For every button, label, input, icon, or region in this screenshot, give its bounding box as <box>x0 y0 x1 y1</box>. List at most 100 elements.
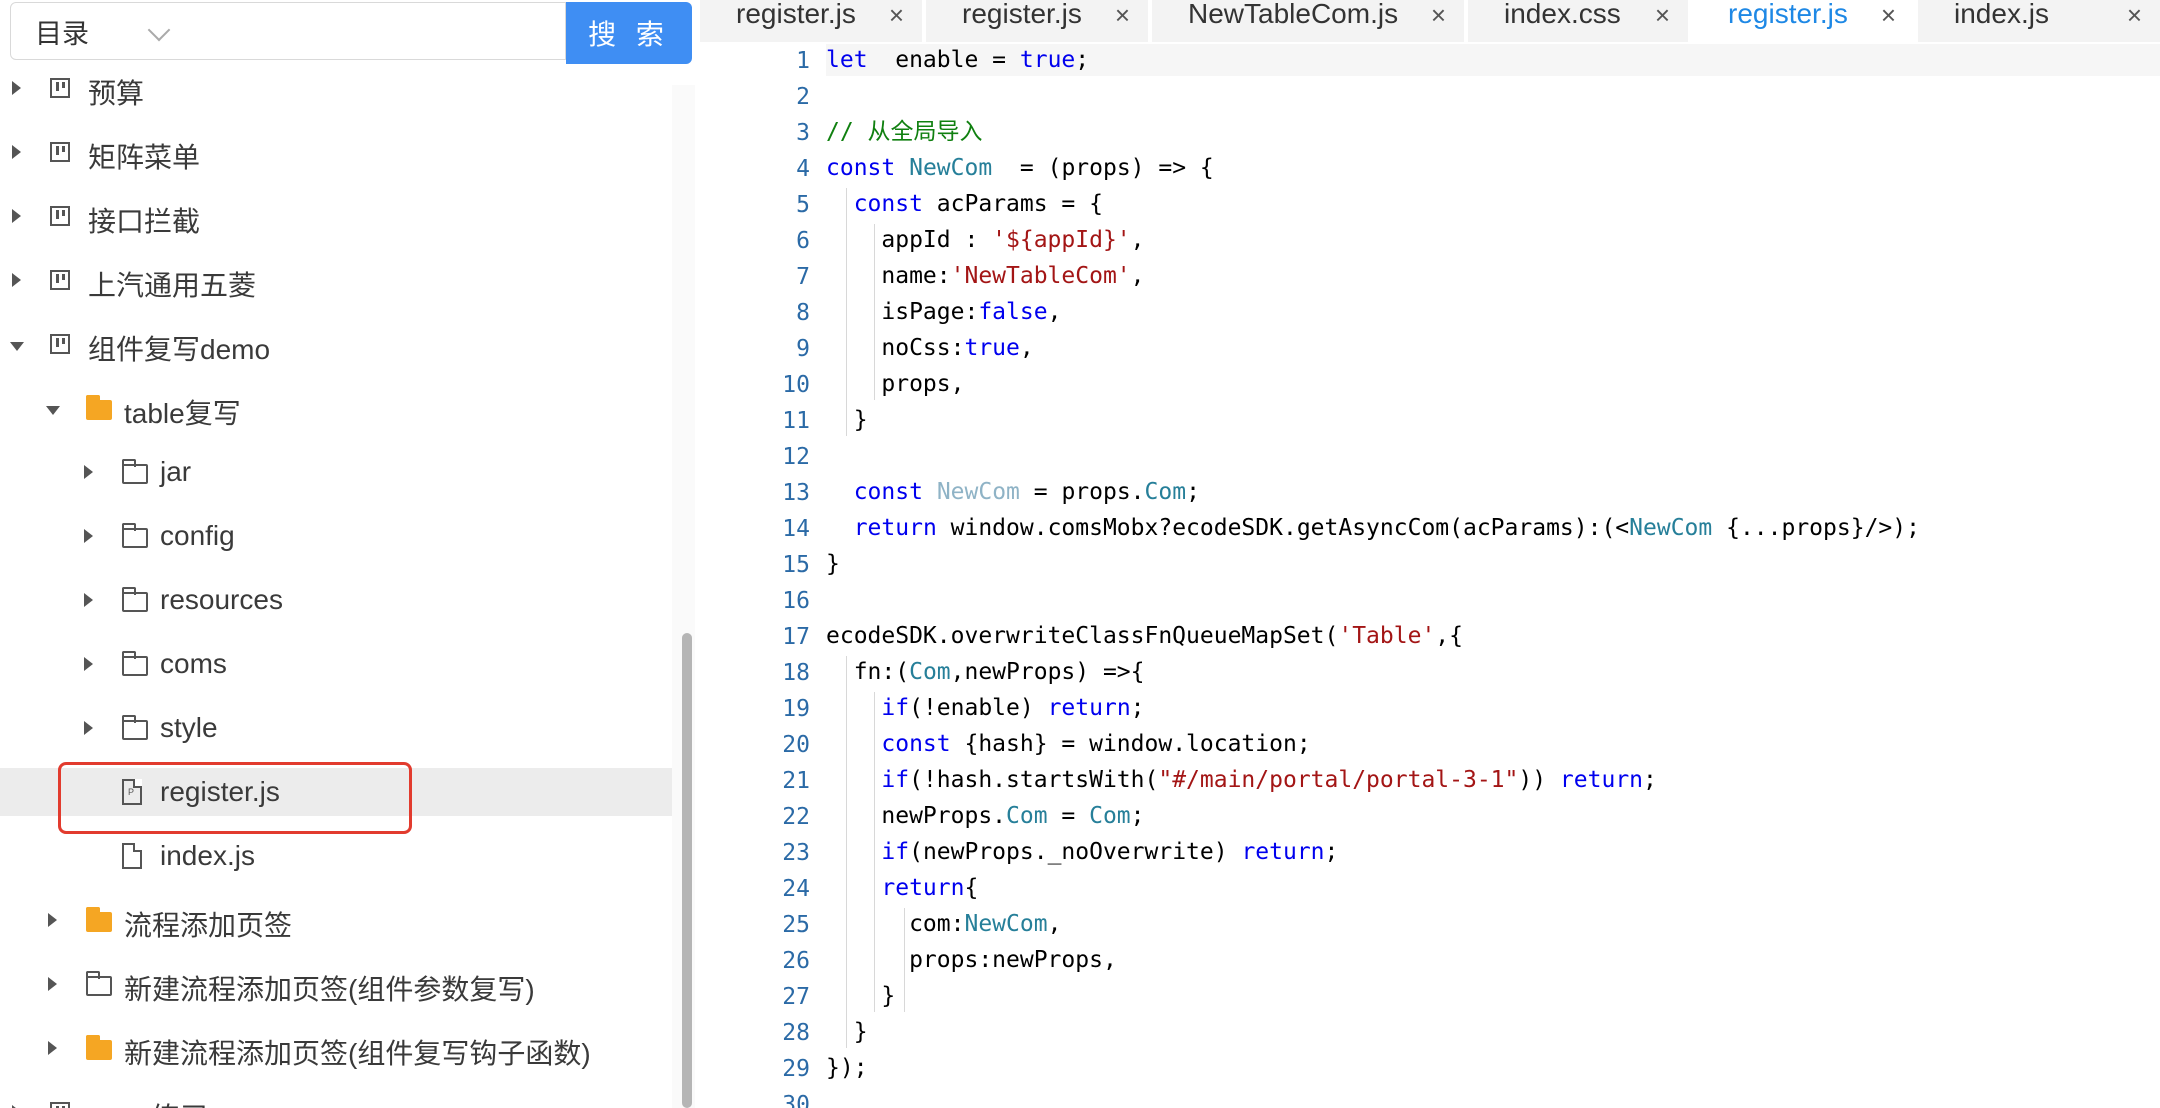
code-token: {...props}/>); <box>1712 515 1920 541</box>
code-line[interactable]: const {hash} = window.location; <box>826 726 1310 762</box>
code-line[interactable]: fn:(Com,newProps) =>{ <box>826 654 1145 690</box>
code-line[interactable]: com:NewCom, <box>826 906 1061 942</box>
tree-item-label: 上汽通用五菱 <box>88 270 257 301</box>
code-line[interactable]: }); <box>826 1050 868 1086</box>
caret-right-icon[interactable] <box>84 657 93 671</box>
tree-folder-item[interactable]: resources <box>0 576 672 624</box>
tree-folder-item[interactable]: jar <box>0 448 672 496</box>
caret-right-icon[interactable] <box>12 273 21 287</box>
code-token: acParams = { <box>922 191 1103 217</box>
tree-folder-item[interactable]: 接口拦截 <box>0 192 672 240</box>
caret-down-icon[interactable] <box>46 406 60 415</box>
code-line[interactable]: let enable = true; <box>826 42 1089 78</box>
caret-right-icon[interactable] <box>12 81 21 95</box>
tree-folder-item[interactable]: 新建流程添加页签(组件复写钩子函数) <box>0 1024 672 1072</box>
caret-right-icon[interactable] <box>84 593 93 607</box>
search-input[interactable] <box>189 2 566 60</box>
code-line[interactable]: return window.comsMobx?ecodeSDK.getAsync… <box>826 510 1920 546</box>
line-number: 27 <box>782 984 810 1010</box>
tree-folder-item[interactable]: 上汽通用五菱 <box>0 256 672 304</box>
editor-tab[interactable]: register.js × <box>1692 0 1914 42</box>
tree-folder-item[interactable]: 预算 <box>0 72 672 112</box>
code-editor: register.js × register.js × NewTableCom.js × i… <box>700 0 2160 1108</box>
tree-folder-item[interactable]: table复写 <box>0 384 672 432</box>
tree-folder-item[interactable]: coms <box>0 640 672 688</box>
line-number: 17 <box>782 624 810 650</box>
caret-right-icon[interactable] <box>84 529 93 543</box>
code-token: }); <box>826 1055 868 1081</box>
code-token: "#/main/portal/portal-3-1" <box>1158 767 1519 793</box>
code-line[interactable]: noCss:true, <box>826 330 1033 366</box>
caret-right-icon[interactable] <box>12 209 21 223</box>
caret-right-icon[interactable] <box>48 1041 57 1055</box>
code-line[interactable]: if(newProps._noOverwrite) return; <box>826 834 1338 870</box>
code-token: = <box>1047 803 1090 829</box>
editor-tab[interactable]: index.css × <box>1468 0 1688 42</box>
tree-item-label: coms <box>160 648 227 679</box>
editor-tab[interactable]: index.js × <box>1918 0 2160 42</box>
code-token: )) <box>1518 767 1547 793</box>
tree-scrollbar[interactable] <box>672 85 695 1108</box>
caret-right-icon[interactable] <box>84 465 93 479</box>
code-line[interactable]: const NewCom = props.Com; <box>826 474 1200 510</box>
editor-tab[interactable]: register.js × <box>700 0 922 42</box>
line-number: 19 <box>782 696 810 722</box>
directory-select[interactable]: 目录 <box>10 2 190 60</box>
tree-scrollbar-thumb[interactable] <box>682 633 692 1108</box>
line-number: 23 <box>782 840 810 866</box>
caret-right-icon[interactable] <box>48 977 57 991</box>
code-line[interactable]: if(!hash.startsWith("#/main/portal/porta… <box>826 762 1657 798</box>
code-token: ,{ <box>1435 623 1463 649</box>
tree-item-label: jar <box>160 456 192 487</box>
tree-folder-item[interactable]: …… 练习 <box>0 1088 672 1108</box>
code-line[interactable]: // 从全局导入 <box>826 114 983 150</box>
code-line[interactable]: props:newProps, <box>826 942 1117 978</box>
line-number: 4 <box>796 156 810 182</box>
file-tree-panel: 目录 搜 索 预算矩阵菜单接口拦截上汽通用五菱组件复写demo table复写 ja… <box>0 0 695 1108</box>
close-icon[interactable]: × <box>1881 0 1896 31</box>
close-icon[interactable]: × <box>2127 0 2142 31</box>
close-icon[interactable]: × <box>1115 0 1130 31</box>
editor-tab-label: index.css <box>1504 0 1621 29</box>
tree-folder-item[interactable]: 组件复写demo <box>0 320 672 368</box>
close-icon[interactable]: × <box>1431 0 1446 31</box>
tree-folder-item[interactable]: config <box>0 512 672 560</box>
code-token: (newProps._noOverwrite) <box>909 839 1242 865</box>
code-line[interactable]: isPage:false, <box>826 294 1061 330</box>
code-token: // 从全局导入 <box>826 119 983 145</box>
tree-item-label: 新建流程添加页签(组件参数复写) <box>124 974 535 1005</box>
code-line[interactable]: const acParams = { <box>826 186 1103 222</box>
code-line[interactable]: const NewCom = (props) => { <box>826 150 1214 186</box>
file-icon <box>122 843 142 869</box>
editor-tab-label: register.js <box>736 0 856 29</box>
code-token: return <box>1241 839 1325 865</box>
close-icon[interactable]: × <box>889 0 904 31</box>
close-icon[interactable]: × <box>1655 0 1670 31</box>
tree-folder-item[interactable]: 流程添加页签 <box>0 896 672 944</box>
board-icon <box>50 270 70 290</box>
search-button[interactable]: 搜 索 <box>566 2 692 64</box>
editor-tab[interactable]: NewTableCom.js × <box>1152 0 1464 42</box>
caret-down-icon[interactable] <box>10 342 24 351</box>
code-line[interactable]: ecodeSDK.overwriteClassFnQueueMapSet('Ta… <box>826 618 1463 654</box>
line-number: 14 <box>782 516 810 542</box>
editor-tab-label: index.js <box>1954 0 2049 29</box>
line-number: 24 <box>782 876 810 902</box>
tree-folder-item[interactable]: 矩阵菜单 <box>0 128 672 176</box>
code-line[interactable]: } <box>826 978 895 1014</box>
editor-tab[interactable]: register.js × <box>926 0 1148 42</box>
code-token: ; <box>1643 767 1657 793</box>
line-number: 7 <box>796 264 810 290</box>
tree-folder-item[interactable]: 新建流程添加页签(组件参数复写) <box>0 960 672 1008</box>
code-line[interactable]: } <box>826 546 840 582</box>
caret-right-icon[interactable] <box>84 721 93 735</box>
tree-file-item[interactable]: index.js <box>0 832 672 880</box>
caret-right-icon[interactable] <box>12 145 21 159</box>
code-line[interactable]: return{ <box>826 870 978 906</box>
line-number: 6 <box>796 228 810 254</box>
caret-right-icon[interactable] <box>48 913 57 927</box>
tree-folder-item[interactable]: style <box>0 704 672 752</box>
code-token: Com <box>1006 803 1048 829</box>
highlight-annotation-box <box>58 762 412 834</box>
